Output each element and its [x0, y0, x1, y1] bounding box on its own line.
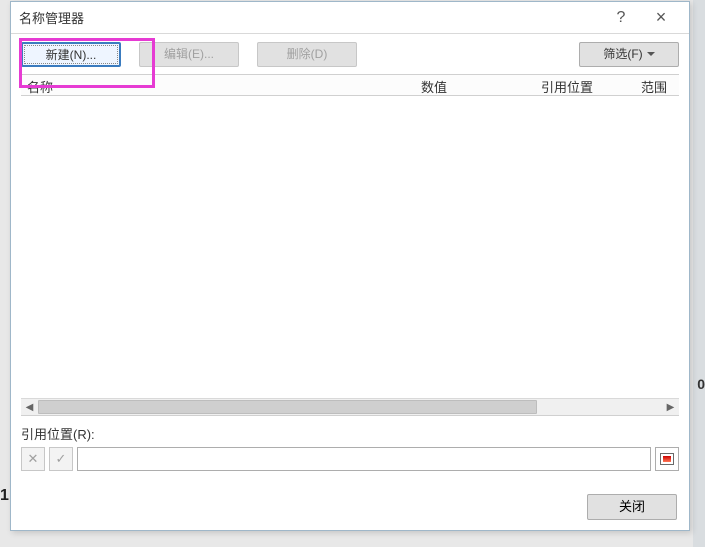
filter-button[interactable]: 筛选(F) — [579, 42, 679, 67]
reference-input[interactable] — [77, 447, 651, 471]
confirm-ref-button: ✓ — [49, 447, 73, 471]
scroll-right-button[interactable]: ▶ — [662, 399, 679, 416]
close-button[interactable]: 关闭 — [587, 494, 677, 520]
horizontal-scrollbar[interactable]: ◀ ▶ — [21, 398, 679, 415]
filter-label: 筛选(F) — [603, 43, 642, 66]
name-manager-dialog: 名称管理器 ? × 新建(N)... 编辑(E)... 删除(D) 筛选(F) … — [10, 1, 690, 531]
delete-button: 删除(D) — [257, 42, 357, 67]
edit-button: 编辑(E)... — [139, 42, 239, 67]
reference-label: 引用位置(R): — [21, 424, 679, 443]
background-right-strip — [693, 0, 705, 547]
scrollbar-thumb[interactable] — [38, 400, 537, 414]
scrollbar-track[interactable] — [38, 399, 662, 416]
column-header-name[interactable]: 名称 — [21, 75, 415, 95]
list-body: ◀ ▶ — [21, 96, 679, 416]
cancel-ref-button: ✕ — [21, 447, 45, 471]
dialog-footer: 关闭 — [587, 494, 677, 520]
background-marker-right: 0 — [697, 376, 705, 392]
new-button[interactable]: 新建(N)... — [21, 42, 121, 67]
range-picker-icon — [660, 453, 674, 465]
dialog-title: 名称管理器 — [19, 8, 601, 27]
chevron-down-icon — [647, 52, 655, 56]
reference-input-row: ✕ ✓ — [21, 447, 679, 471]
range-picker-button[interactable] — [655, 447, 679, 471]
scroll-left-button[interactable]: ◀ — [21, 399, 38, 416]
list-header: 名称 数值 引用位置 范围 — [21, 74, 679, 96]
column-header-ref[interactable]: 引用位置 — [535, 75, 635, 95]
column-header-value[interactable]: 数值 — [415, 75, 535, 95]
titlebar: 名称管理器 ? × — [11, 2, 689, 34]
toolbar: 新建(N)... 编辑(E)... 删除(D) 筛选(F) — [11, 34, 689, 74]
help-button[interactable]: ? — [601, 4, 641, 32]
window-close-button[interactable]: × — [641, 4, 681, 32]
column-header-scope[interactable]: 范围 — [635, 75, 679, 95]
background-marker-left: 1 — [0, 487, 9, 505]
